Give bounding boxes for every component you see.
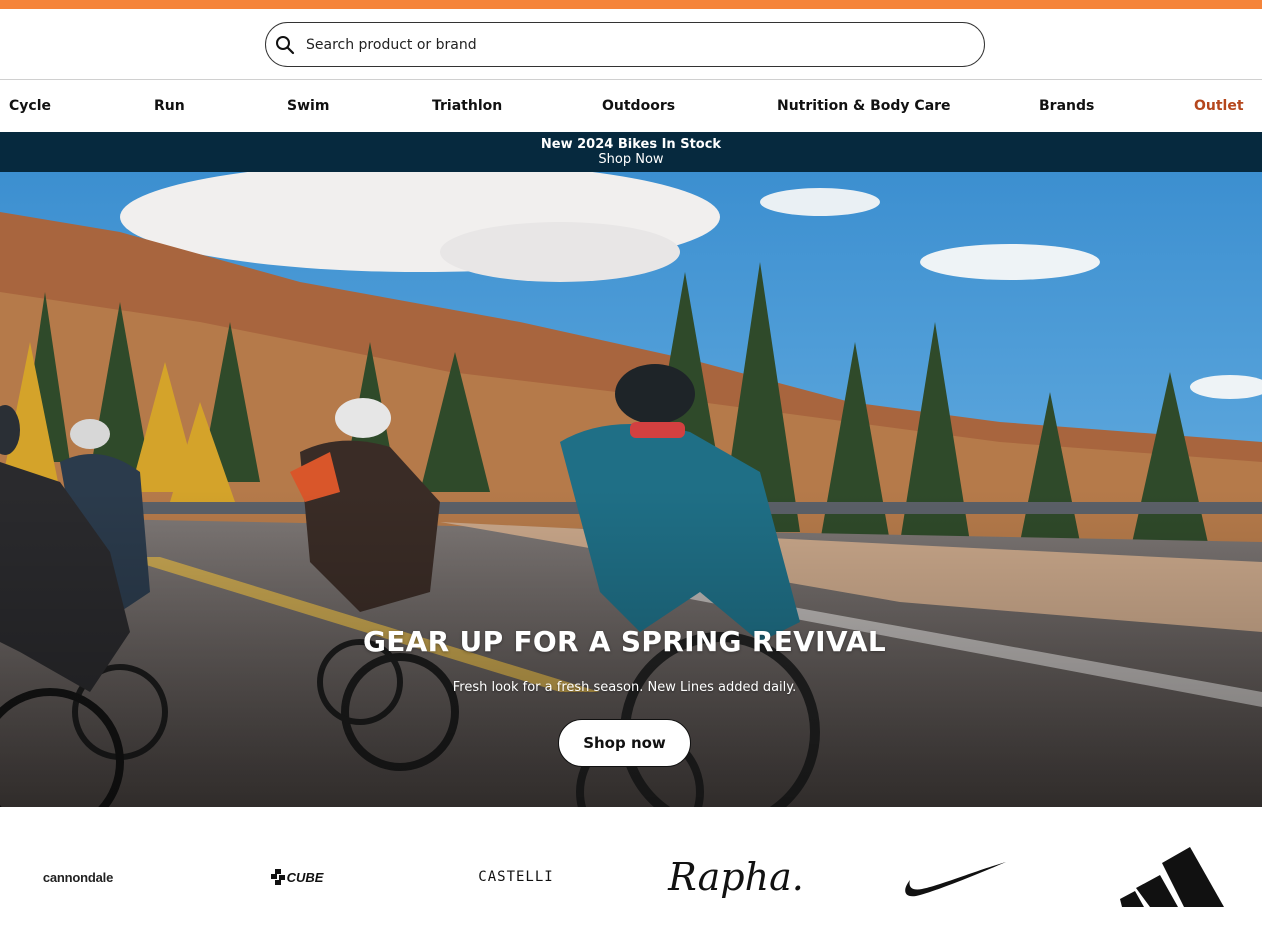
top-accent-bar [0, 0, 1262, 9]
brand-logo-rapha[interactable]: Rapha. [668, 847, 804, 907]
brand-logo-cannondale[interactable]: cannondale [30, 865, 126, 889]
brand-logo-nike[interactable] [896, 853, 1010, 903]
main-nav: Cycle Run Swim Triathlon Outdoors Nutrit… [0, 80, 1262, 132]
brand-logo-cube[interactable]: CUBE [262, 865, 332, 889]
hero-shop-now-button[interactable]: Shop now [558, 719, 691, 767]
nav-item-triathlon[interactable]: Triathlon [432, 80, 502, 132]
nav-item-swim[interactable]: Swim [287, 80, 329, 132]
brand-strip: cannondale CUBE CASTELLI Rapha. [0, 807, 1262, 947]
nike-swoosh-icon [905, 862, 1006, 897]
nav-item-cycle[interactable]: Cycle [9, 80, 51, 132]
hero-title: GEAR UP FOR A SPRING REVIVAL [362, 625, 887, 658]
hero-banner: GEAR UP FOR A SPRING REVIVAL Fresh look … [0, 172, 1262, 807]
search-icon[interactable] [275, 35, 295, 55]
promo-shop-now-link[interactable]: Shop Now [0, 152, 1262, 168]
hero-image [0, 172, 1262, 807]
adidas-stripes-icon [1120, 847, 1224, 907]
brand-logo-castelli[interactable]: CASTELLI [466, 865, 566, 889]
nav-item-nutrition-body-care[interactable]: Nutrition & Body Care [777, 80, 951, 132]
site-header [0, 9, 1262, 80]
search-bar[interactable] [265, 22, 985, 67]
cube-mark-icon [270, 869, 285, 885]
hero-subtitle: Fresh look for a fresh season. New Lines… [452, 680, 797, 695]
brand-logo-adidas[interactable] [1118, 843, 1228, 909]
nav-item-brands[interactable]: Brands [1039, 80, 1094, 132]
cube-wordmark: CUBE [286, 869, 324, 885]
nav-item-run[interactable]: Run [154, 80, 185, 132]
promo-title: New 2024 Bikes In Stock [540, 137, 722, 152]
nav-item-outdoors[interactable]: Outdoors [602, 80, 675, 132]
promo-banner[interactable]: New 2024 Bikes In Stock Shop Now [0, 132, 1262, 172]
search-input[interactable] [306, 24, 984, 65]
nav-item-outlet[interactable]: Outlet [1194, 80, 1244, 132]
